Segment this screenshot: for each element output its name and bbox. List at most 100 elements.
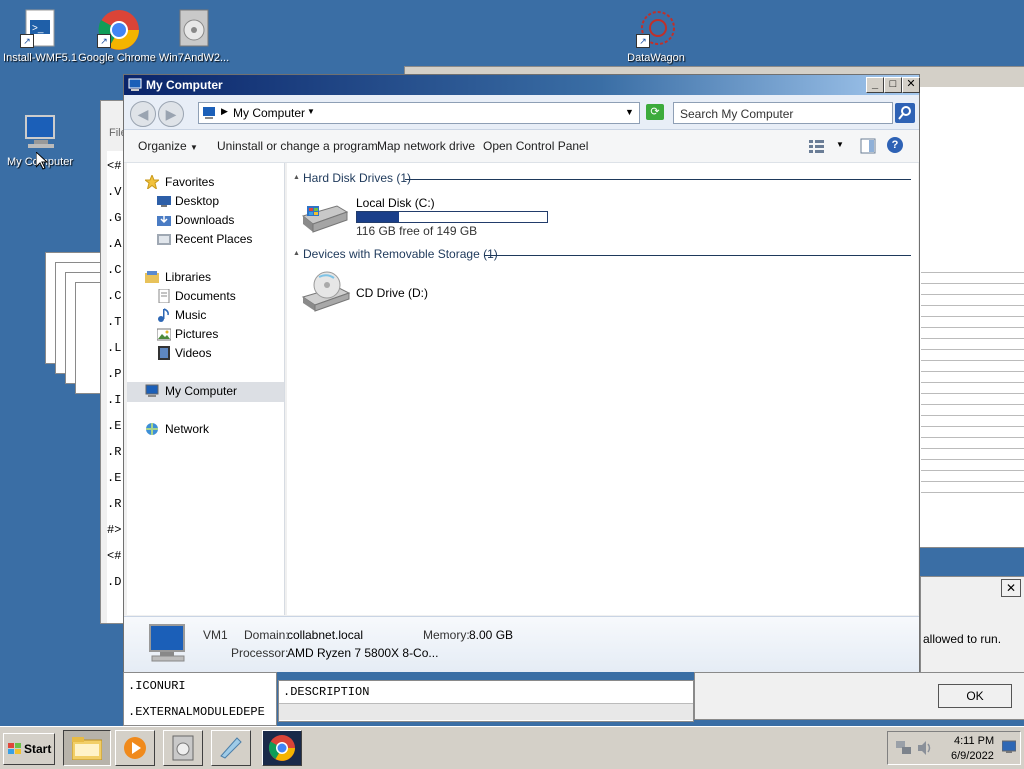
folder-icon <box>71 736 103 763</box>
window-title: My Computer <box>146 78 223 92</box>
nav-label: Desktop <box>175 194 220 208</box>
powershell-script-icon: >_ ↗ <box>20 8 60 48</box>
computer-icon <box>20 112 60 152</box>
nav-music[interactable]: Music <box>127 306 284 325</box>
show-desktop-icon[interactable] <box>1001 740 1017 757</box>
nav-favorites[interactable]: Favorites <box>127 173 284 192</box>
nav-label: Recent Places <box>175 232 253 246</box>
clock-date[interactable]: 6/9/2022 <box>951 750 994 762</box>
windows-logo-icon <box>8 743 22 758</box>
computer-icon <box>144 624 190 667</box>
organize-menu[interactable]: Organize ▼ <box>138 139 198 153</box>
forward-button[interactable]: ▶ <box>158 101 184 127</box>
installer-disc-icon <box>172 735 194 764</box>
my-computer-window[interactable]: My Computer _ □ ✕ ◀ ▶ ▶ My Computer ▼ ▼ … <box>123 74 920 672</box>
desktop-icon-win7andw2[interactable]: Win7AndW2... <box>154 8 234 64</box>
content-pane: ▲ Hard Disk Drives (1) Local Disk (C:) 1… <box>287 163 918 615</box>
nav-label: My Computer <box>165 384 238 398</box>
computer-icon <box>145 384 159 398</box>
shortcut-arrow-icon: ↗ <box>97 34 111 48</box>
breadcrumb-my-computer[interactable]: My Computer <box>233 106 305 120</box>
domain-value: collabnet.local <box>287 628 364 642</box>
nav-pictures[interactable]: Pictures <box>127 325 284 344</box>
collapse-icon[interactable]: ▲ <box>293 250 300 257</box>
recent-places-icon <box>157 232 171 246</box>
editor-pane-middle[interactable]: .DESCRIPTION <box>278 680 694 722</box>
nav-videos[interactable]: Videos <box>127 344 284 363</box>
diagram-area <box>921 262 1024 502</box>
taskbar-notepad-button[interactable] <box>211 730 251 766</box>
star-icon <box>143 173 161 191</box>
nav-my-computer[interactable]: My Computer <box>127 382 284 402</box>
group-divider <box>485 255 911 256</box>
volume-icon[interactable] <box>918 741 934 758</box>
nav-downloads[interactable]: Downloads <box>127 211 284 230</box>
nav-label: Network <box>165 422 210 436</box>
desktop-icon-label: DataWagon <box>627 52 685 64</box>
group-header-hard-disk-drives[interactable]: Hard Disk Drives (1) <box>303 171 411 185</box>
videos-icon <box>157 346 171 360</box>
close-button[interactable]: ✕ <box>902 77 920 93</box>
datawagon-icon: ↗ <box>636 8 676 48</box>
collapse-icon[interactable]: ▲ <box>293 174 300 181</box>
minimize-button[interactable]: _ <box>866 77 884 93</box>
view-options-dropdown-icon[interactable]: ▼ <box>836 140 844 149</box>
breadcrumb-chevron-icon[interactable]: ▶ <box>221 106 228 117</box>
drive-label: Local Disk (C:) <box>356 196 435 210</box>
drive-cd-drive-d[interactable]: CD Drive (D:) <box>301 269 481 315</box>
nav-network[interactable]: Network <box>127 420 284 439</box>
dialog-close-button[interactable]: ✕ <box>1001 579 1021 597</box>
taskbar-chrome-button[interactable] <box>262 730 302 766</box>
maximize-button[interactable]: □ <box>884 77 902 93</box>
installer-disc-icon <box>174 8 214 48</box>
console-line: .R <box>107 497 122 511</box>
search-input[interactable]: Search My Computer <box>673 102 893 124</box>
nav-libraries[interactable]: Libraries <box>127 268 284 287</box>
drive-free-space: 116 GB free of 149 GB <box>356 224 478 238</box>
taskbar-installer-button[interactable] <box>163 730 203 766</box>
editor-pane-left[interactable]: .ICONURI .EXTERNALMODULEDEPE <box>123 672 277 726</box>
uninstall-program-button[interactable]: Uninstall or change a program <box>217 139 378 153</box>
nav-label: Pictures <box>175 327 219 341</box>
media-player-icon <box>123 736 147 763</box>
console-line: #> <box>107 523 122 537</box>
start-button[interactable]: Start <box>3 733 55 765</box>
command-bar: Organize ▼ Uninstall or change a program… <box>124 130 919 163</box>
nav-recent-places[interactable]: Recent Places <box>127 230 284 249</box>
address-bar[interactable]: ▶ My Computer ▼ ▼ <box>198 102 640 124</box>
drive-local-disk-c[interactable]: Local Disk (C:) 116 GB free of 149 GB <box>301 196 561 242</box>
taskbar-media-player-button[interactable] <box>115 730 155 766</box>
help-icon[interactable]: ? <box>887 137 903 153</box>
desktop-icon-install-wmf[interactable]: >_ ↗ Install-WMF5.1 <box>0 8 80 64</box>
chrome-icon <box>268 734 296 765</box>
address-history-dropdown-icon[interactable]: ▼ <box>625 107 634 117</box>
search-icon[interactable] <box>895 103 915 123</box>
back-button[interactable]: ◀ <box>130 101 156 127</box>
preview-pane-icon[interactable] <box>860 138 876 157</box>
libraries-icon <box>145 270 159 284</box>
nav-desktop[interactable]: Desktop <box>127 192 284 211</box>
nav-documents[interactable]: Documents <box>127 287 284 306</box>
processor-value: AMD Ryzen 7 5800X 8-Co... <box>287 646 439 660</box>
network-tray-icon[interactable] <box>896 741 912 758</box>
open-control-panel-button[interactable]: Open Control Panel <box>483 139 588 153</box>
editor-line: .DESCRIPTION <box>283 685 370 699</box>
refresh-button[interactable]: ⟳ <box>646 104 664 120</box>
network-icon <box>145 422 159 436</box>
dialog-ok-button[interactable]: OK <box>938 684 1012 708</box>
group-header-removable-storage[interactable]: Devices with Removable Storage (1) <box>303 247 498 261</box>
taskbar-explorer-button[interactable] <box>63 730 111 766</box>
desktop-icon-google-chrome[interactable]: ↗ Google Chrome <box>77 8 157 64</box>
desktop-icon-datawagon[interactable]: ↗ DataWagon <box>616 8 696 64</box>
change-view-icon[interactable] <box>808 138 826 157</box>
nav-label: Downloads <box>175 213 235 227</box>
map-network-drive-button[interactable]: Map network drive <box>377 139 475 153</box>
search-placeholder: Search My Computer <box>680 107 794 121</box>
window-titlebar[interactable]: My Computer _ □ ✕ <box>124 75 920 95</box>
shortcut-arrow-icon: ↗ <box>20 34 34 48</box>
group-divider <box>405 179 911 180</box>
clock-time[interactable]: 4:11 PM <box>954 735 994 747</box>
documents-icon <box>157 288 171 304</box>
breadcrumb-dropdown-icon[interactable]: ▼ <box>307 107 315 116</box>
horizontal-scrollbar[interactable] <box>279 703 693 720</box>
